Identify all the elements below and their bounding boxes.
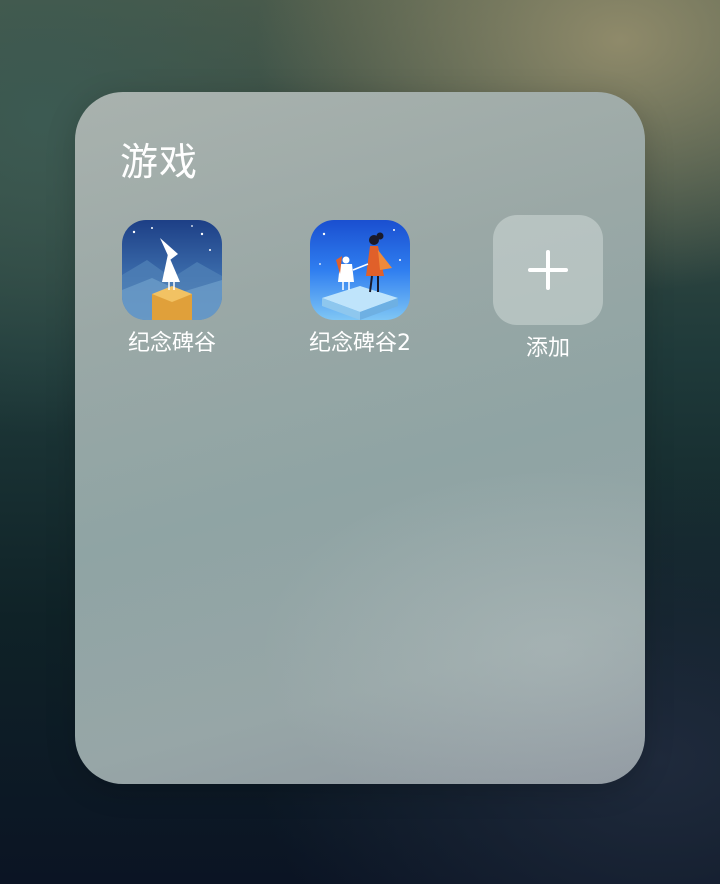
add-app-button[interactable]: 添加 (473, 215, 623, 363)
app-folder: 游戏 纪念碑谷 纪念碑谷2 添加 (75, 92, 645, 784)
add-label: 添加 (525, 336, 570, 361)
app-monument-valley[interactable]: 纪念碑谷 (97, 220, 247, 358)
monument-valley-2-icon[interactable] (310, 220, 410, 320)
monument-valley-icon[interactable] (122, 220, 222, 320)
plus-icon[interactable] (493, 215, 603, 325)
folder-title[interactable]: 游戏 (120, 137, 198, 187)
plus-icon-vertical (546, 250, 550, 290)
app-label: 纪念碑谷2 (309, 331, 411, 356)
app-monument-valley-2[interactable]: 纪念碑谷2 (285, 220, 435, 358)
app-label: 纪念碑谷 (127, 331, 216, 356)
